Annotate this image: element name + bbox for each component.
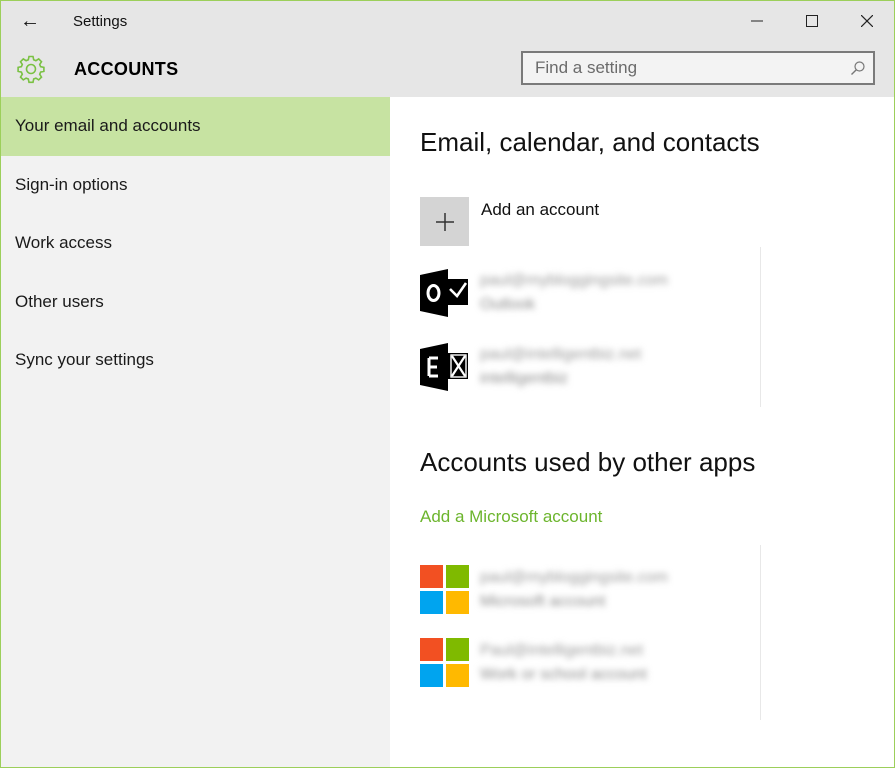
- account-text: paul@intelligentbiz.net intelligentbiz: [480, 343, 641, 391]
- search-input[interactable]: [523, 52, 843, 84]
- outlook-icon: [420, 269, 468, 317]
- maximize-button[interactable]: [784, 1, 839, 41]
- window-title: Settings: [73, 12, 128, 30]
- account-email: paul@intelligentbiz.net: [480, 346, 642, 363]
- page-title: ACCOUNTS: [74, 58, 179, 79]
- search-box[interactable]: [521, 51, 875, 85]
- close-icon: [860, 15, 873, 27]
- minimize-icon: [750, 20, 763, 22]
- sidebar-item-work-access[interactable]: Work access: [1, 214, 390, 273]
- sidebar-item-other-users[interactable]: Other users: [1, 273, 390, 332]
- section-title-accounts-used-by-other-apps: Accounts used by other apps: [420, 447, 756, 477]
- account-text: paul@mybloggingsite.com Microsoft accoun…: [480, 566, 668, 614]
- account-type: intelligentbiz: [480, 370, 569, 387]
- microsoft-logo-icon: [420, 565, 469, 614]
- account-email: Paul@intelligentbiz.net: [480, 642, 644, 659]
- sidebar-item-sign-in-options[interactable]: Sign-in options: [1, 156, 390, 215]
- account-type: Work or school account: [480, 666, 647, 683]
- sidebar: Your email and accounts Sign-in options …: [1, 97, 390, 767]
- exchange-icon: [420, 343, 468, 391]
- account-text: paul@mybloggingsite.com Outlook: [480, 269, 668, 317]
- plus-icon: [435, 212, 454, 231]
- add-icon-tile: [420, 197, 469, 246]
- add-account-button[interactable]: Add an account: [420, 197, 599, 246]
- app-account-work-school[interactable]: Paul@intelligentbiz.net Work or school a…: [420, 638, 647, 688]
- list-divider: [760, 247, 761, 407]
- add-account-label: Add an account: [481, 200, 600, 219]
- close-button[interactable]: [839, 1, 894, 41]
- email-account-exchange[interactable]: paul@intelligentbiz.net intelligentbiz: [420, 343, 641, 391]
- sidebar-item-sync-your-settings[interactable]: Sync your settings: [1, 331, 390, 390]
- account-type: Microsoft account: [480, 593, 606, 610]
- settings-window: ← Settings ACCOUNTS Find a setting Your …: [0, 0, 895, 768]
- section-title-email-calendar-contacts: Email, calendar, and contacts: [420, 127, 760, 157]
- search-icon[interactable]: [843, 60, 873, 76]
- account-email: paul@mybloggingsite.com: [480, 272, 668, 289]
- add-microsoft-account-link[interactable]: Add a Microsoft account: [420, 507, 602, 527]
- sidebar-item-your-email-and-accounts[interactable]: Your email and accounts: [1, 97, 390, 156]
- account-text: Paul@intelligentbiz.net Work or school a…: [480, 639, 647, 687]
- window-controls: [729, 1, 894, 41]
- microsoft-logo-icon: [420, 638, 469, 687]
- main-content: Email, calendar, and contacts Add an acc…: [390, 97, 894, 767]
- list-divider: [760, 545, 761, 720]
- email-account-outlook[interactable]: paul@mybloggingsite.com Outlook: [420, 269, 668, 317]
- back-button[interactable]: ←: [1, 1, 59, 41]
- app-account-microsoft[interactable]: paul@mybloggingsite.com Microsoft accoun…: [420, 565, 668, 615]
- maximize-icon: [805, 15, 818, 27]
- account-type: Outlook: [480, 296, 536, 313]
- page-header: ACCOUNTS: [1, 41, 894, 97]
- minimize-button[interactable]: [729, 1, 784, 41]
- account-email: paul@mybloggingsite.com: [480, 569, 668, 586]
- title-bar: ← Settings: [1, 1, 894, 41]
- gear-icon: [17, 55, 45, 84]
- gear-icon-container: [1, 41, 61, 97]
